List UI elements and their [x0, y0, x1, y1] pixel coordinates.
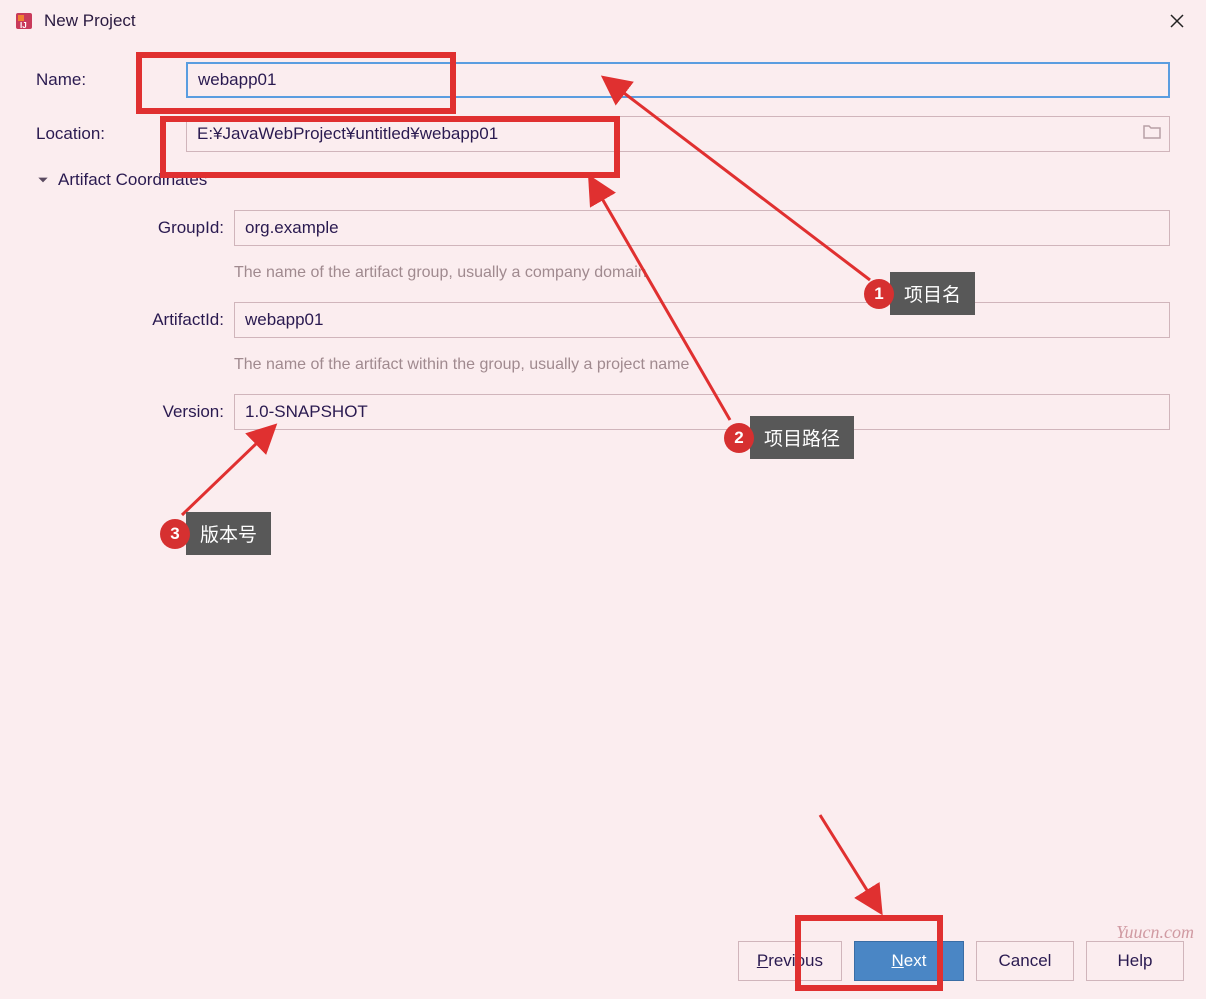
titlebar: IJ New Project	[0, 0, 1206, 42]
form-content: Name: Location: Artifact Coordinates Gro…	[0, 42, 1206, 430]
cancel-button[interactable]: Cancel	[976, 941, 1074, 981]
previous-button[interactable]: Previous	[738, 941, 842, 981]
annotation-number-3: 3	[160, 519, 190, 549]
location-label: Location:	[36, 124, 186, 144]
next-button[interactable]: Next	[854, 941, 964, 981]
annotation-callout-3: 3 版本号	[160, 512, 271, 555]
version-input[interactable]	[234, 394, 1170, 430]
help-button[interactable]: Help	[1086, 941, 1184, 981]
location-input[interactable]	[186, 116, 1170, 152]
artifact-coordinates-toggle[interactable]: Artifact Coordinates	[36, 170, 1170, 190]
footer-buttons: Previous Next Cancel Help	[738, 941, 1184, 981]
name-input[interactable]	[186, 62, 1170, 98]
artifactid-label: ArtifactId:	[84, 310, 234, 330]
svg-text:IJ: IJ	[20, 21, 27, 30]
groupid-label: GroupId:	[84, 218, 234, 238]
groupid-hint: The name of the artifact group, usually …	[234, 264, 1170, 282]
name-label: Name:	[36, 70, 186, 90]
artifactid-hint: The name of the artifact within the grou…	[234, 356, 1170, 374]
annotation-label-3: 版本号	[186, 512, 271, 555]
groupid-input[interactable]	[234, 210, 1170, 246]
window-title: New Project	[44, 11, 1162, 31]
artifact-section-label: Artifact Coordinates	[58, 170, 207, 190]
app-icon: IJ	[14, 11, 34, 31]
watermark-text: Yuucn.com	[1116, 922, 1194, 943]
folder-icon[interactable]	[1142, 124, 1162, 145]
version-label: Version:	[84, 402, 234, 422]
new-project-dialog: IJ New Project Name: Location:	[0, 0, 1206, 999]
chevron-down-icon	[36, 173, 50, 187]
artifactid-input[interactable]	[234, 302, 1170, 338]
close-icon[interactable]	[1162, 6, 1192, 36]
